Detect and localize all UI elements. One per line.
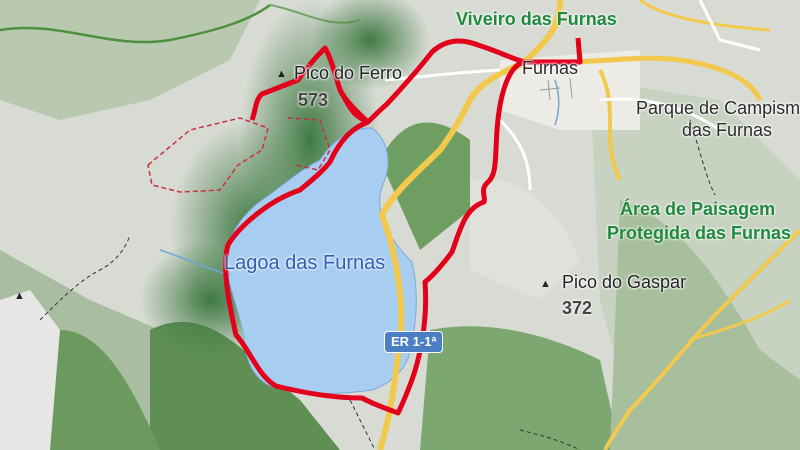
- label-parque-line1[interactable]: Parque de Campismo: [636, 98, 800, 118]
- summit-triangle-icon: ▲: [540, 278, 551, 290]
- summit-triangle-icon: ▲: [14, 290, 25, 302]
- summit-triangle-icon: ▲: [276, 68, 287, 80]
- label-viveiro[interactable]: Viveiro das Furnas: [456, 8, 617, 30]
- label-furnas[interactable]: Furnas: [522, 58, 578, 78]
- label-lake[interactable]: Lagoa das Furnas: [224, 252, 385, 275]
- label-pico-ferro[interactable]: Pico do Ferro: [294, 63, 402, 84]
- label-area-line1[interactable]: Área de Paisagem: [620, 198, 775, 220]
- map-view[interactable]: Viveiro das Furnas Furnas ▲ Pico do Ferr…: [0, 0, 800, 450]
- label-area-line2[interactable]: Protegida das Furnas: [607, 222, 791, 244]
- label-pico-gaspar-elevation: 372: [562, 298, 593, 318]
- label-pico-ferro-elevation: 573: [298, 90, 329, 110]
- label-pico-gaspar[interactable]: Pico do Gaspar: [562, 272, 686, 293]
- label-parque-line2[interactable]: das Furnas: [682, 120, 772, 140]
- road-shield-icon: ER 1-1ª: [384, 331, 444, 353]
